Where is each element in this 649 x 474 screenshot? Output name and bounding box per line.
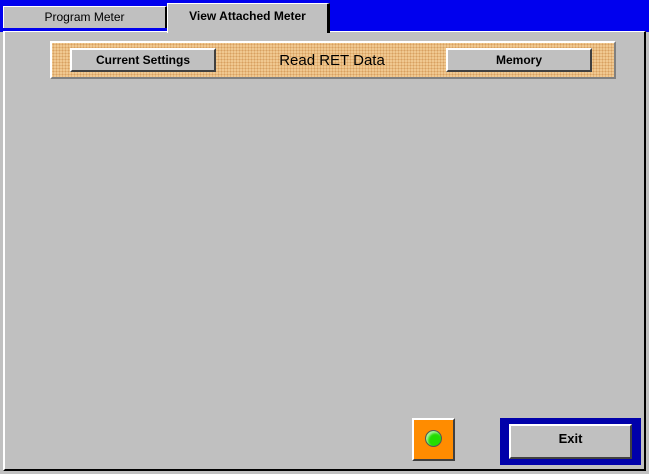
current-settings-button[interactable]: Current Settings [70,48,216,72]
tab-program-meter[interactable]: Program Meter [3,6,167,28]
tab-view-attached-meter[interactable]: View Attached Meter [167,3,330,33]
exit-button-frame: Exit [500,418,641,465]
tab-panel: Current Settings Read RET Data Memory Ex… [3,31,646,471]
status-indicator [412,418,455,461]
exit-button[interactable]: Exit [509,424,632,459]
toolbar-title: Read RET Data [279,52,385,69]
memory-button[interactable]: Memory [446,48,592,72]
toolbar-bar: Current Settings Read RET Data Memory [50,41,616,79]
status-led-icon [425,430,442,447]
tab-strip: Program Meter View Attached Meter [0,0,649,33]
